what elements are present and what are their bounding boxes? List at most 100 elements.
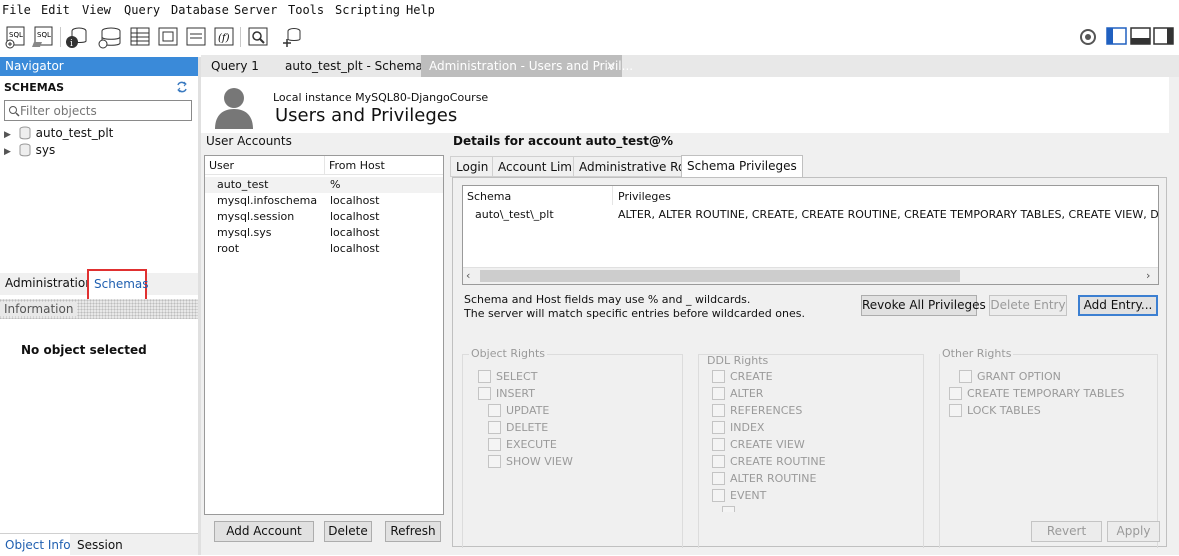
alter-routine-checkbox[interactable] (712, 472, 725, 485)
create-table-icon[interactable] (128, 25, 152, 49)
create-view-label: CREATE VIEW (730, 438, 805, 451)
column-user[interactable]: User (209, 159, 234, 172)
delete-checkbox[interactable] (488, 421, 501, 434)
settings-gear-icon[interactable] (1076, 25, 1100, 49)
grant-option-checkbox[interactable] (959, 370, 972, 383)
references-label: REFERENCES (730, 404, 803, 417)
create-checkbox[interactable] (712, 370, 725, 383)
table-row[interactable]: mysql.infoschema localhost (205, 193, 443, 209)
menu-server[interactable]: Server (234, 3, 277, 17)
menu-edit[interactable]: Edit (41, 3, 70, 17)
add-entry-button[interactable]: Add Entry... (1078, 295, 1158, 316)
schema-item-auto-test-plt[interactable]: ▶ auto_test_plt (4, 126, 113, 140)
toolbar: SQL SQL i (f) (0, 20, 1179, 55)
scrollbar-thumb[interactable] (480, 270, 960, 282)
column-from-host[interactable]: From Host (329, 159, 385, 172)
menu-query[interactable]: Query (124, 3, 160, 17)
create-view-icon[interactable] (156, 25, 180, 49)
execute-checkbox[interactable] (488, 438, 501, 451)
menu-database[interactable]: Database (171, 3, 229, 17)
scroll-right-icon[interactable]: › (1146, 269, 1150, 282)
select-checkbox[interactable] (478, 370, 491, 383)
menu-file[interactable]: File (2, 3, 31, 17)
create-function-icon[interactable]: (f) (212, 25, 236, 49)
update-checkbox[interactable] (488, 404, 501, 417)
toggle-secondary-sidebar-icon[interactable] (1153, 25, 1175, 49)
ddl-rights-title: DDL Rights (705, 354, 771, 367)
schema-item-sys[interactable]: ▶ sys (4, 143, 55, 157)
object-rights-title: Object Rights (469, 347, 548, 360)
column-schema[interactable]: Schema (467, 190, 511, 203)
inspector-icon[interactable]: i (64, 25, 88, 49)
new-sql-tab-icon[interactable]: SQL (4, 25, 28, 49)
delete-label: DELETE (506, 421, 549, 434)
delete-entry-button[interactable]: Delete Entry (989, 295, 1067, 316)
table-row[interactable]: mysql.session localhost (205, 209, 443, 225)
menu-tools[interactable]: Tools (288, 3, 324, 17)
menu-help[interactable]: Help (406, 3, 435, 17)
reconnect-icon[interactable] (280, 25, 304, 49)
privileges-cell: ALTER, ALTER ROUTINE, CREATE, CREATE ROU… (618, 208, 1158, 221)
expand-arrow-icon[interactable]: ▶ (4, 147, 14, 157)
create-procedure-icon[interactable] (184, 25, 208, 49)
wildcard-hint-2: The server will match specific entries b… (464, 307, 805, 320)
host-cell: localhost (330, 242, 380, 255)
revoke-all-privileges-button[interactable]: Revoke All Privileges (861, 295, 986, 316)
menu-bar: File Edit View Query Database Server Too… (0, 0, 1179, 20)
tab-session[interactable]: Session (77, 538, 123, 552)
create-view-checkbox[interactable] (712, 438, 725, 451)
toggle-sidebar-icon[interactable] (1106, 25, 1128, 49)
search-table-data-icon[interactable] (246, 25, 270, 49)
table-row[interactable]: auto_test % (205, 177, 443, 193)
menu-view[interactable]: View (82, 3, 111, 17)
tab-administration-users[interactable]: Administration - Users and Privil... ✕ (421, 55, 633, 77)
tab-administration[interactable]: Administration (5, 276, 93, 290)
user-avatar-icon (215, 88, 253, 129)
tab-schemas[interactable]: Schemas (94, 277, 149, 291)
navigator-tabs: Administration Schemas (0, 269, 198, 301)
schema-name: sys (35, 143, 56, 157)
table-row[interactable]: root localhost (205, 241, 443, 257)
tab-schema-privileges[interactable]: Schema Privileges (681, 155, 803, 178)
tab-schemas-highlight[interactable]: Schemas (87, 269, 149, 301)
tab-query-1[interactable]: Query 1 (203, 55, 267, 77)
apply-button[interactable]: Apply (1107, 521, 1160, 542)
table-row[interactable]: auto\_test\_plt ALTER, ALTER ROUTINE, CR… (463, 206, 1158, 223)
index-checkbox[interactable] (712, 421, 725, 434)
tab-auto-test-plt-schema[interactable]: auto_test_plt - Schema (277, 55, 431, 77)
show-view-checkbox[interactable] (488, 455, 501, 468)
svg-text:SQL: SQL (37, 31, 51, 39)
lock-tables-checkbox[interactable] (949, 404, 962, 417)
menu-scripting[interactable]: Scripting (335, 3, 400, 17)
refresh-button[interactable]: Refresh (385, 521, 441, 542)
event-checkbox[interactable] (712, 489, 725, 502)
open-sql-script-icon[interactable]: SQL (32, 25, 56, 49)
host-cell: localhost (330, 226, 380, 239)
lock-tables-label: LOCK TABLES (967, 404, 1041, 417)
schema-privileges-pane: Schema Privileges auto\_test\_plt ALTER,… (452, 177, 1167, 548)
revert-button[interactable]: Revert (1031, 521, 1102, 542)
create-routine-checkbox[interactable] (712, 455, 725, 468)
create-routine-label: CREATE ROUTINE (730, 455, 826, 468)
database-icon (19, 126, 31, 140)
close-tab-icon[interactable]: ✕ (606, 59, 616, 73)
alter-checkbox[interactable] (712, 387, 725, 400)
filter-box (4, 100, 192, 121)
tab-object-info[interactable]: Object Info (0, 534, 71, 556)
table-row[interactable]: mysql.sys localhost (205, 225, 443, 241)
delete-account-button[interactable]: Delete (324, 521, 372, 542)
expand-arrow-icon[interactable]: ▶ (4, 130, 14, 140)
column-privileges[interactable]: Privileges (618, 190, 671, 203)
tab-login[interactable]: Login (450, 156, 495, 177)
scroll-left-icon[interactable]: ‹ (466, 269, 470, 282)
drop-checkbox-partial[interactable] (722, 506, 735, 512)
create-temporary-tables-checkbox[interactable] (949, 387, 962, 400)
toggle-output-panel-icon[interactable] (1130, 25, 1152, 49)
add-account-button[interactable]: Add Account (214, 521, 314, 542)
references-checkbox[interactable] (712, 404, 725, 417)
insert-checkbox[interactable] (478, 387, 491, 400)
refresh-schemas-icon[interactable] (175, 81, 189, 93)
filter-objects-input[interactable] (20, 103, 188, 118)
create-schema-icon[interactable] (98, 25, 122, 49)
horizontal-scrollbar[interactable]: ‹ › (463, 267, 1158, 284)
